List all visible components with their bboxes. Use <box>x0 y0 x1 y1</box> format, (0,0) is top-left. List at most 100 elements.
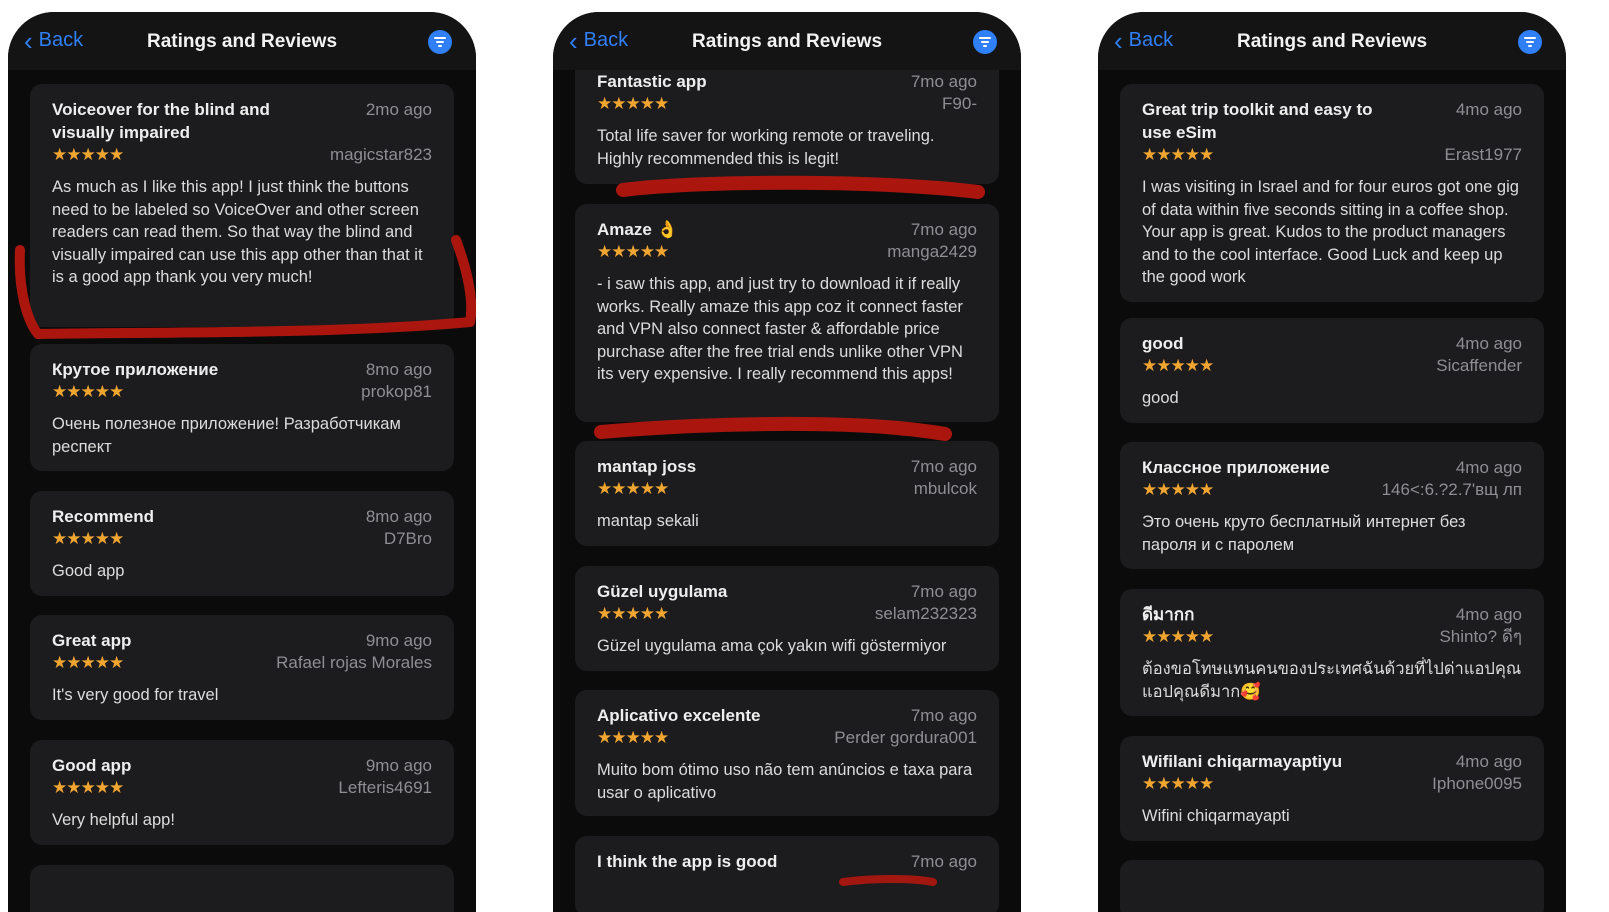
review-author: selam232323 <box>874 604 977 623</box>
review-body: ต้องขอโทษแทนคนของประเทศฉันด้วยที่ไปด่าแอ… <box>1142 660 1522 701</box>
review-body: Это очень круто бесплатный интернет без … <box>1142 513 1466 554</box>
star-rating: ★★★★★ <box>1142 356 1214 375</box>
review-author: Rafael rojas Morales <box>276 653 432 672</box>
review-body: Wifini chiqarmayapti <box>1142 807 1290 825</box>
review-title: ดีมากก <box>1142 605 1195 624</box>
star-rating: ★★★★★ <box>52 529 124 548</box>
review-date: 4mo ago <box>1455 334 1522 353</box>
filter-icon[interactable] <box>428 30 452 54</box>
reviews-list[interactable]: Great trip toolkit and easy to use eSim … <box>1098 70 1566 912</box>
review-card[interactable]: ดีมากก 4mo ago ★★★★★ Shinto? ดีๆ ต้องขอโ… <box>1120 589 1544 716</box>
review-author: F90- <box>942 94 977 113</box>
review-card[interactable]: Güzel uygulama 7mo ago ★★★★★ selam232323… <box>575 566 999 671</box>
review-date: 4mo ago <box>1455 605 1522 624</box>
review-title: Good app <box>52 756 132 775</box>
review-date: 8mo ago <box>365 360 432 379</box>
review-author: manga2429 <box>887 242 977 261</box>
review-date: 2mo ago <box>365 100 432 119</box>
nav-bar: ‹ Back Ratings and Reviews <box>553 12 1021 70</box>
page-title: Ratings and Reviews <box>691 31 883 52</box>
review-title: Aplicativo excelente <box>597 706 761 725</box>
review-body: mantap sekali <box>597 512 699 530</box>
review-card[interactable]: Aplicativo excelente 7mo ago ★★★★★ Perde… <box>575 690 999 816</box>
star-rating: ★★★★★ <box>597 604 669 623</box>
review-card[interactable]: Good app 9mo ago ★★★★★ Lefteris4691 Very… <box>30 740 454 845</box>
review-date: 7mo ago <box>910 852 977 871</box>
review-title: mantap joss <box>597 457 697 476</box>
review-date: 7mo ago <box>910 72 977 91</box>
review-date: 4mo ago <box>1455 100 1522 119</box>
review-date: 9mo ago <box>365 756 432 775</box>
review-date: 7mo ago <box>910 457 977 476</box>
page-title: Ratings and Reviews <box>146 31 338 52</box>
review-title: Wifilani chiqarmayaptiyu <box>1142 752 1343 771</box>
review-title: Классное приложение <box>1142 458 1330 477</box>
page-title: Ratings and Reviews <box>1236 31 1428 52</box>
review-body: Total life saver for working remote or t… <box>597 127 935 168</box>
review-card[interactable] <box>30 865 454 912</box>
review-card[interactable]: Great trip toolkit and easy to use eSim … <box>1120 84 1544 302</box>
review-date: 4mo ago <box>1455 752 1522 771</box>
star-rating: ★★★★★ <box>1142 145 1214 164</box>
review-title: Fantastic app <box>597 72 707 91</box>
review-author: D7Bro <box>383 529 432 548</box>
review-body: good <box>1142 389 1179 407</box>
review-body: Очень полезное приложение! Разработчикам… <box>52 415 401 456</box>
review-card[interactable]: Amaze 👌 7mo ago ★★★★★ manga2429 - i saw … <box>575 204 999 422</box>
review-author: prokop81 <box>361 382 432 401</box>
review-author: Erast1977 <box>1444 145 1523 164</box>
review-card[interactable]: Great app 9mo ago ★★★★★ Rafael rojas Mor… <box>30 615 454 720</box>
review-author: mbulcok <box>913 479 977 498</box>
nav-bar: ‹ Back Ratings and Reviews <box>1098 12 1566 70</box>
star-rating: ★★★★★ <box>597 94 669 113</box>
review-title: Amaze 👌 <box>597 220 678 239</box>
review-card[interactable]: Классное приложение 4mo ago ★★★★★ 146<:6… <box>1120 442 1544 569</box>
star-rating: ★★★★★ <box>1142 480 1214 499</box>
review-card[interactable]: I think the app is good 7mo ago <box>575 836 999 912</box>
review-title: Güzel uygulama <box>597 582 728 601</box>
reviews-list[interactable]: Fantastic app 7mo ago ★★★★★ F90- Total l… <box>553 70 1021 912</box>
review-title: Great app <box>52 631 132 650</box>
review-author: Shinto? ดีๆ <box>1439 627 1522 646</box>
filter-icon[interactable] <box>973 30 997 54</box>
review-date: 9mo ago <box>365 631 432 650</box>
review-card[interactable]: Крутое приложение 8mo ago ★★★★★ prokop81… <box>30 344 454 471</box>
review-title: good <box>1142 334 1184 353</box>
star-rating: ★★★★★ <box>52 778 124 797</box>
review-body: Good app <box>52 562 125 580</box>
review-author: magicstar823 <box>329 145 432 164</box>
phone-screen-2: ‹ Back Ratings and Reviews Fantastic app… <box>553 12 1021 912</box>
review-author: 146<:6.?2.7'вщ лп <box>1381 480 1522 499</box>
review-date: 8mo ago <box>365 507 432 526</box>
review-author: Perder gordura001 <box>834 728 977 747</box>
review-body: Very helpful app! <box>52 811 175 829</box>
review-card[interactable]: Wifilani chiqarmayaptiyu 4mo ago ★★★★★ I… <box>1120 736 1544 841</box>
review-date: 7mo ago <box>910 582 977 601</box>
filter-icon[interactable] <box>1518 30 1542 54</box>
review-body: Güzel uygulama ama çok yakın wifi göster… <box>597 637 947 655</box>
review-card[interactable]: mantap joss 7mo ago ★★★★★ mbulcok mantap… <box>575 441 999 546</box>
review-title: Voiceover for the blind and visually imp… <box>52 100 270 142</box>
star-rating: ★★★★★ <box>597 728 669 747</box>
phone-screen-3: ‹ Back Ratings and Reviews Great trip to… <box>1098 12 1566 912</box>
nav-bar: ‹ Back Ratings and Reviews <box>8 12 476 70</box>
star-rating: ★★★★★ <box>597 479 669 498</box>
review-body: I was visiting in Israel and for four eu… <box>1142 178 1519 287</box>
review-card[interactable]: Fantastic app 7mo ago ★★★★★ F90- Total l… <box>575 70 999 184</box>
reviews-list[interactable]: Voiceover for the blind and visually imp… <box>8 70 476 912</box>
review-card[interactable]: Voiceover for the blind and visually imp… <box>30 84 454 327</box>
star-rating: ★★★★★ <box>597 242 669 261</box>
star-rating: ★★★★★ <box>52 382 124 401</box>
star-rating: ★★★★★ <box>1142 627 1214 646</box>
star-rating: ★★★★★ <box>52 145 124 164</box>
review-title: Recommend <box>52 507 155 526</box>
review-title: Крутое приложение <box>52 360 219 379</box>
review-title: Great trip toolkit and easy to use eSim <box>1142 100 1373 142</box>
review-body: - i saw this app, and just try to downlo… <box>597 275 963 384</box>
review-card[interactable] <box>1120 860 1544 912</box>
review-date: 7mo ago <box>910 706 977 725</box>
review-date: 7mo ago <box>910 220 977 239</box>
review-card[interactable]: Recommend 8mo ago ★★★★★ D7Bro Good app <box>30 491 454 596</box>
review-author: Iphone0095 <box>1432 774 1522 793</box>
review-card[interactable]: good 4mo ago ★★★★★ Sicaffender good <box>1120 318 1544 423</box>
